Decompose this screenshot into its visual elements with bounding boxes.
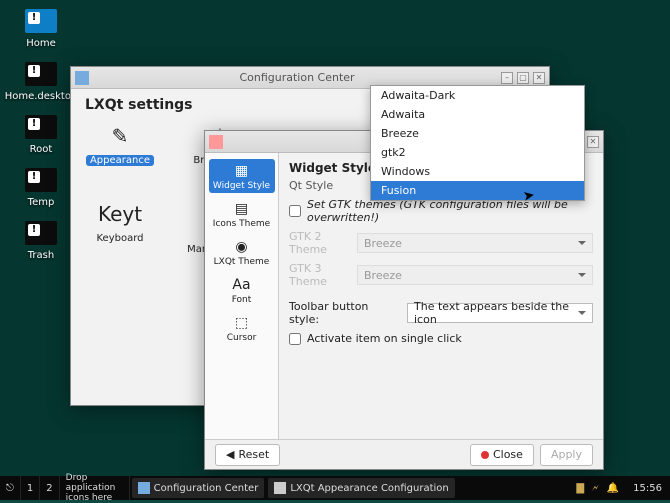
dropdown-option-gtk2[interactable]: gtk2 (371, 143, 584, 162)
close-button[interactable]: Close (470, 444, 534, 466)
qt-style-label: Qt Style (289, 179, 351, 192)
activate-single-click-row[interactable]: Activate item on single click (289, 332, 593, 345)
system-tray: ▇ 🗲 🔔 (570, 483, 625, 494)
ap-side-lxqt-theme[interactable]: ◉LXQt Theme (209, 235, 275, 269)
toolbar-style-label: Toolbar button style: (289, 300, 401, 326)
qt-style-dropdown[interactable]: Adwaita-DarkAdwaitaBreezegtk2WindowsFusi… (370, 85, 585, 201)
tray-notification-icon[interactable]: 🔔 (607, 483, 619, 494)
dropdown-option-adwaita[interactable]: Adwaita (371, 105, 584, 124)
ap-side-cursor[interactable]: ⬚Cursor (209, 311, 275, 345)
desktop-icon-home-desktop[interactable]: !Home.desktop (6, 59, 76, 102)
apply-button[interactable]: Apply (540, 444, 593, 466)
start-menu-button[interactable]: ⎋ (0, 476, 21, 500)
gtk3-theme-combo: Breeze (357, 265, 593, 285)
desktop-icon-root[interactable]: !Root (6, 112, 76, 155)
task-configuration-center[interactable]: Configuration Center (132, 478, 265, 498)
set-gtk-checkbox[interactable] (289, 205, 301, 217)
cc-title: Configuration Center (93, 71, 501, 84)
task-appearance[interactable]: LXQt Appearance Configuration (268, 478, 454, 498)
cc-close-button[interactable]: ✕ (533, 72, 545, 84)
ap-side-icons-theme[interactable]: ▤Icons Theme (209, 197, 275, 231)
gtk2-theme-combo: Breeze (357, 233, 593, 253)
ap-close-x-button[interactable]: ✕ (587, 136, 599, 148)
gtk3-theme-label: GTK 3 Theme (289, 262, 351, 288)
task-ap-icon (274, 482, 286, 494)
dropdown-option-windows[interactable]: Windows (371, 162, 584, 181)
taskbar: ⎋ 1 2 Drop application icons here Config… (0, 476, 670, 500)
taskbar-clock[interactable]: 15:56 (625, 483, 670, 494)
ap-side-widget-style[interactable]: ▦Widget Style (209, 159, 275, 193)
desktop-icon-trash[interactable]: !Trash (6, 218, 76, 261)
cc-maximize-button[interactable]: ▢ (517, 72, 529, 84)
desktop-icon-temp[interactable]: !Temp (6, 165, 76, 208)
tray-battery-icon[interactable]: 🗲 (592, 483, 599, 494)
cc-item-appearance[interactable]: ✎Appearance (85, 119, 155, 177)
ap-window-icon (209, 135, 223, 149)
tray-removable-icon[interactable]: ▇ (576, 483, 584, 494)
ap-sidebar: ▦Widget Style ▤Icons Theme ◉LXQt Theme AaFo… (205, 153, 279, 439)
close-dot-icon (481, 451, 489, 459)
workspace-2-button[interactable]: 2 (40, 476, 59, 500)
activate-single-click-label: Activate item on single click (307, 332, 462, 345)
set-gtk-label: Set GTK themes (GTK configuration files … (307, 198, 593, 224)
desktop-icons-column: !Home !Home.desktop !Root !Temp !Trash (6, 6, 76, 271)
cc-window-icon (75, 71, 89, 85)
task-cc-icon (138, 482, 150, 494)
dropdown-option-breeze[interactable]: Breeze (371, 124, 584, 143)
dropdown-option-fusion[interactable]: Fusion (371, 181, 584, 200)
dropdown-option-adwaita-dark[interactable]: Adwaita-Dark (371, 86, 584, 105)
cc-minimize-button[interactable]: – (501, 72, 513, 84)
set-gtk-checkbox-row[interactable]: Set GTK themes (GTK configuration files … (289, 198, 593, 224)
cc-item-keyboard[interactable]: KeytKeyboard (85, 197, 155, 255)
gtk2-theme-label: GTK 2 Theme (289, 230, 351, 256)
desktop-icon-home[interactable]: !Home (6, 6, 76, 49)
quicklaunch-hint[interactable]: Drop application icons here (60, 476, 130, 500)
activate-single-click-checkbox[interactable] (289, 333, 301, 345)
toolbar-style-combo[interactable]: The text appears beside the icon (407, 303, 593, 323)
reset-button[interactable]: ◀ Reset (215, 444, 280, 466)
workspace-1-button[interactable]: 1 (21, 476, 40, 500)
ap-side-font[interactable]: AaFont (209, 273, 275, 307)
